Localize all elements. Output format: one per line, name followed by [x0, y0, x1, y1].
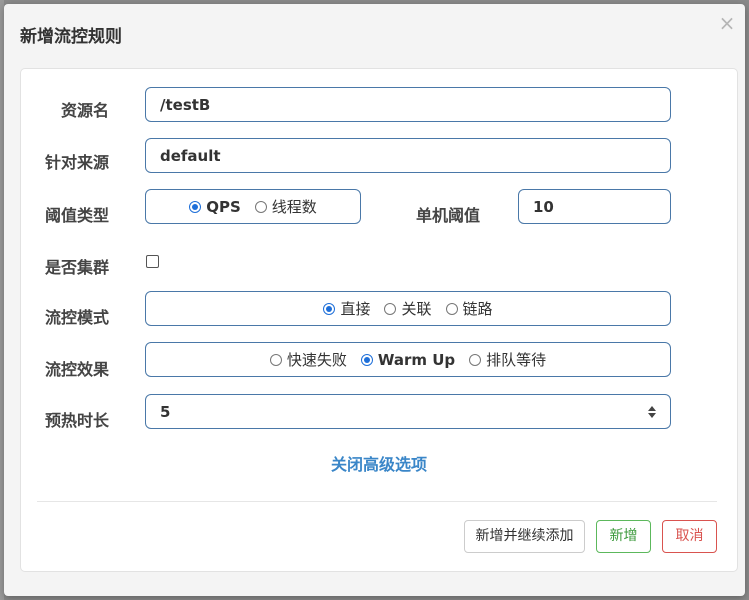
threshold-type-qps-label: QPS [206, 197, 241, 216]
stepper-down-icon[interactable] [648, 412, 656, 418]
cluster-checkbox[interactable] [146, 255, 159, 268]
resource-input[interactable]: /testB [145, 87, 671, 122]
radio-checked-icon[interactable] [323, 302, 336, 315]
form-panel: 资源名 /testB 针对来源 default 阈值类型 QPS 线程数 单机阈… [20, 68, 738, 572]
resource-value: /testB [160, 95, 211, 114]
limit-app-input[interactable]: default [145, 138, 671, 173]
cluster-label: 是否集群 [45, 258, 110, 277]
close-icon[interactable]: × [717, 13, 737, 33]
limit-app-label: 针对来源 [45, 153, 110, 172]
advanced-options-toggle[interactable]: 关闭高级选项 [21, 451, 737, 475]
add-and-continue-button[interactable]: 新增并继续添加 [464, 520, 585, 553]
warmup-period-label: 预热时长 [45, 411, 110, 430]
cancel-button[interactable]: 取消 [662, 520, 717, 553]
single-threshold-value: 10 [533, 197, 554, 216]
control-mode-option-direct[interactable]: 直接 [323, 298, 370, 319]
radio-checked-icon[interactable] [189, 200, 202, 213]
radio-checked-icon[interactable] [360, 353, 373, 366]
threshold-type-threads-label: 线程数 [271, 198, 317, 216]
radio-unchecked-icon[interactable] [269, 353, 282, 366]
threshold-type-option-threads[interactable]: 线程数 [254, 196, 317, 217]
control-mode-group: 直接 关联 链路 [145, 291, 671, 326]
add-flow-rule-dialog: 新增流控规则 × 资源名 /testB 针对来源 default 阈值类型 QP… [4, 4, 745, 596]
radio-unchecked-icon[interactable] [384, 302, 397, 315]
radio-unchecked-icon[interactable] [469, 353, 482, 366]
control-effect-queue-label: 排队等待 [486, 351, 547, 369]
control-mode-relate-label: 关联 [401, 300, 432, 318]
warmup-period-value: 5 [160, 402, 171, 421]
stepper-up-icon[interactable] [648, 405, 656, 411]
control-effect-fail-fast-label: 快速失败 [286, 351, 347, 369]
control-mode-chain-label: 链路 [462, 300, 493, 318]
radio-unchecked-icon[interactable] [254, 200, 267, 213]
control-mode-label: 流控模式 [45, 308, 110, 327]
control-effect-option-queue[interactable]: 排队等待 [469, 349, 546, 370]
control-effect-group: 快速失败 Warm Up 排队等待 [145, 342, 671, 377]
threshold-type-label: 阈值类型 [45, 206, 110, 225]
radio-unchecked-icon[interactable] [445, 302, 458, 315]
control-effect-warm-up-label: Warm Up [377, 350, 456, 369]
control-mode-option-chain[interactable]: 链路 [445, 298, 493, 319]
threshold-type-option-qps[interactable]: QPS [189, 198, 241, 216]
add-button[interactable]: 新增 [596, 520, 651, 553]
warmup-period-input[interactable]: 5 [145, 394, 671, 429]
number-stepper-icon[interactable] [648, 405, 656, 418]
threshold-type-group: QPS 线程数 [145, 189, 361, 224]
control-effect-option-fail-fast[interactable]: 快速失败 [269, 349, 347, 370]
limit-app-value: default [160, 146, 221, 165]
control-effect-label: 流控效果 [45, 360, 110, 379]
single-threshold-input[interactable]: 10 [518, 189, 671, 224]
single-threshold-label: 单机阈值 [416, 206, 481, 225]
resource-label: 资源名 [61, 101, 110, 120]
control-effect-option-warm-up[interactable]: Warm Up [360, 350, 456, 369]
footer-divider [37, 501, 717, 502]
control-mode-option-relate[interactable]: 关联 [384, 298, 432, 319]
control-mode-direct-label: 直接 [340, 300, 371, 318]
dialog-title: 新增流控规则 [20, 27, 122, 47]
